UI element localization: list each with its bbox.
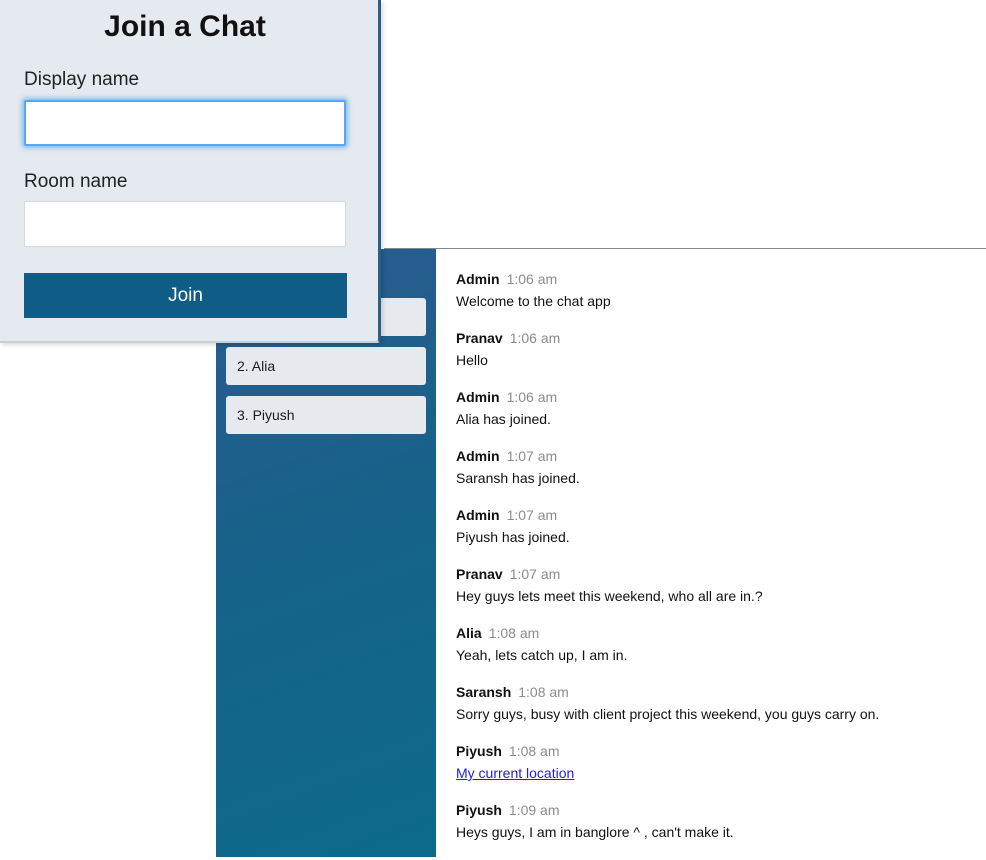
display-name-label: Display name bbox=[24, 69, 140, 90]
message-time: 1:06 am bbox=[506, 389, 558, 405]
message-author: Admin bbox=[456, 271, 500, 287]
message-list: Admin 1:06 am Welcome to the chat app Pra… bbox=[456, 270, 976, 860]
message-author: Pranav bbox=[456, 330, 503, 346]
room-name-input[interactable] bbox=[24, 201, 346, 247]
message-item: Admin 1:07 am Piyush has joined. bbox=[456, 506, 976, 565]
message-item: Pranav 1:07 am Hey guys lets meet this we… bbox=[456, 565, 976, 624]
message-time: 1:06 am bbox=[506, 271, 558, 287]
location-link[interactable]: My current location bbox=[456, 765, 574, 781]
message-item: Saransh 1:08 am Sorry guys, busy with cli… bbox=[456, 683, 976, 742]
message-text: Welcome to the chat app bbox=[456, 293, 611, 309]
message-author: Admin bbox=[456, 448, 500, 464]
room-name-label: Room name bbox=[24, 171, 128, 192]
message-time: 1:07 am bbox=[506, 448, 558, 464]
user-list-item[interactable]: 2. Alia bbox=[226, 347, 426, 385]
message-time: 1:08 am bbox=[508, 743, 560, 759]
message-time: 1:08 am bbox=[488, 625, 540, 641]
message-item: Admin 1:06 am Alia has joined. bbox=[456, 388, 976, 447]
message-time: 1:06 am bbox=[509, 330, 561, 346]
message-author: Piyush bbox=[456, 802, 502, 818]
message-text: Alia has joined. bbox=[456, 411, 551, 427]
message-time: 1:08 am bbox=[518, 684, 569, 700]
message-item: Piyush 1:08 am My current location bbox=[456, 742, 976, 801]
message-text: Piyush has joined. bbox=[456, 529, 570, 545]
message-time: 1:07 am bbox=[506, 507, 558, 523]
message-text: Saransh has joined. bbox=[456, 470, 580, 486]
message-author: Piyush bbox=[456, 743, 502, 759]
join-chat-dialog: Join a Chat Display name Room name Join bbox=[0, 0, 381, 343]
join-button[interactable]: Join bbox=[24, 273, 347, 318]
dialog-title: Join a Chat bbox=[104, 10, 266, 43]
user-list-item[interactable]: 3. Piyush bbox=[226, 396, 426, 434]
message-item: Alia 1:08 am Yeah, lets catch up, I am in… bbox=[456, 624, 976, 683]
message-time: 1:07 am bbox=[509, 566, 561, 582]
message-item: Piyush 1:09 am Heys guys, I am in banglor… bbox=[456, 801, 976, 860]
message-author: Admin bbox=[456, 507, 500, 523]
message-text: Sorry guys, busy with client project thi… bbox=[456, 706, 880, 722]
display-name-input[interactable] bbox=[24, 100, 346, 146]
message-time: 1:09 am bbox=[508, 802, 560, 818]
message-text: Hey guys lets meet this weekend, who all… bbox=[456, 588, 763, 604]
message-author: Admin bbox=[456, 389, 500, 405]
message-item: Admin 1:07 am Saransh has joined. bbox=[456, 447, 976, 506]
message-item: Admin 1:06 am Welcome to the chat app bbox=[456, 270, 976, 329]
message-author: Saransh bbox=[456, 684, 512, 700]
message-text: Heys guys, I am in banglore ^ , can't ma… bbox=[456, 824, 734, 840]
message-item: Pranav 1:06 am Hello bbox=[456, 329, 976, 388]
message-author: Alia bbox=[456, 625, 482, 641]
message-text: Hello bbox=[456, 352, 488, 368]
divider bbox=[384, 248, 986, 249]
message-author: Pranav bbox=[456, 566, 503, 582]
message-text: Yeah, lets catch up, I am in. bbox=[456, 647, 628, 663]
